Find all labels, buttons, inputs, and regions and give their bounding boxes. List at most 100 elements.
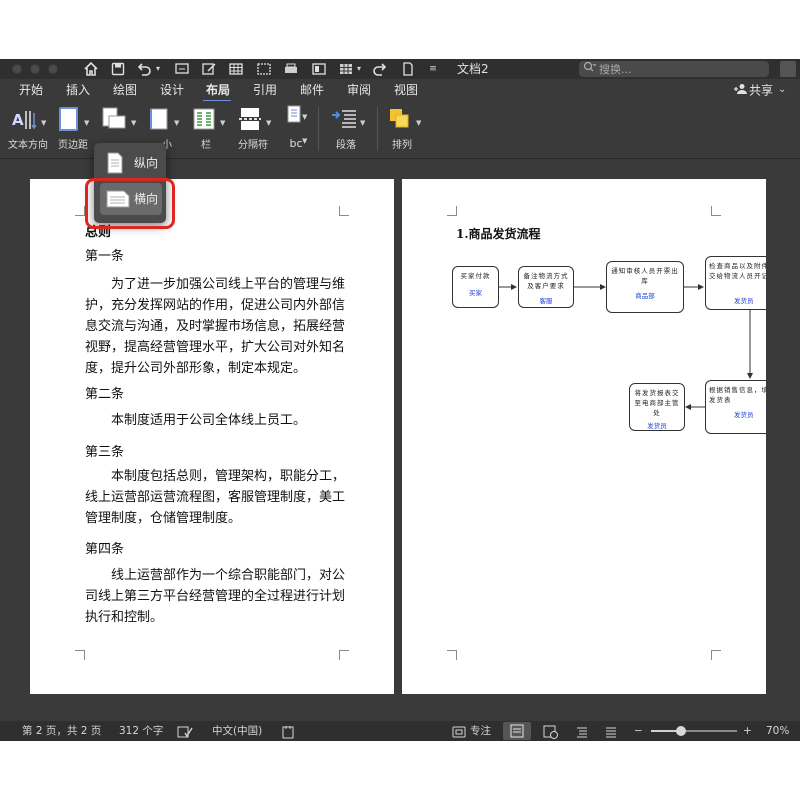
tab-insert[interactable]: 插入 [66, 82, 90, 98]
word-count[interactable]: 312 个字 [119, 724, 163, 738]
margins-icon [59, 107, 78, 131]
search-input[interactable]: 搜换... [579, 61, 769, 77]
proofing-icon[interactable] [177, 724, 193, 741]
ribbon-separator [377, 107, 378, 151]
table-grid-icon[interactable] [338, 61, 354, 77]
flow-step-text: 通知审核人员开票出库 [611, 267, 679, 285]
flow-step-department: 客服 [539, 297, 553, 305]
flow-step: 备注物流方式及客户要求 客服 [518, 266, 574, 308]
columns-dropdown-icon[interactable]: ▼ [220, 119, 225, 127]
zoom-window-button[interactable] [48, 64, 58, 74]
focus-icon[interactable] [452, 724, 466, 741]
breaks-dropdown-icon[interactable]: ▼ [266, 119, 271, 127]
document-page-1[interactable]: 总则 第一条 为了进一步加强公司线上平台的管理与维护，充分发挥网站的作用，促进公… [30, 179, 394, 694]
text-direction-dropdown-icon[interactable]: ▼ [41, 119, 46, 127]
section-title: 第三条 [85, 445, 125, 460]
draft-view-icon[interactable] [604, 724, 618, 741]
margins-label: 页边距 [58, 140, 88, 151]
share-button[interactable]: 共享 [733, 82, 773, 99]
ribbon-separator [318, 107, 319, 151]
print-icon[interactable] [283, 61, 299, 77]
undo-icon[interactable] [136, 61, 152, 77]
line-numbers-button[interactable] [284, 105, 304, 127]
user-avatar-icon[interactable] [780, 61, 796, 77]
portrait-label: 纵向 [134, 156, 159, 170]
zoom-in-button[interactable]: + [743, 724, 752, 738]
form-icon[interactable] [201, 61, 217, 77]
page-count[interactable]: 第 2 页，共 2 页 [22, 724, 101, 738]
svg-text:A: A [12, 111, 24, 129]
web-layout-icon[interactable] [543, 724, 559, 741]
print-layout-view-button[interactable] [503, 722, 531, 740]
minimize-window-button[interactable] [30, 64, 40, 74]
close-window-button[interactable] [12, 64, 22, 74]
columns-button[interactable] [192, 105, 216, 135]
outline-view-icon[interactable] [575, 724, 589, 741]
new-document-icon[interactable] [400, 61, 416, 77]
tab-mailings[interactable]: 邮件 [300, 82, 324, 98]
tab-design[interactable]: 设计 [160, 82, 184, 98]
size-dropdown-icon[interactable]: ▼ [174, 119, 179, 127]
save-icon[interactable] [110, 61, 126, 77]
screen-icon[interactable] [174, 61, 190, 77]
flow-step-department: 商品部 [635, 292, 655, 300]
grid-icon[interactable] [256, 61, 272, 77]
orientation-dropdown-icon[interactable]: ▼ [131, 119, 136, 127]
search-placeholder: 搜换... [599, 62, 632, 76]
paragraph-dropdown-icon[interactable]: ▼ [360, 119, 365, 127]
tab-view[interactable]: 视图 [394, 82, 418, 98]
arrange-dropdown-icon[interactable]: ▼ [416, 119, 421, 127]
flow-step-text: 检查商品以及附件包交给物流人员开记录 [709, 262, 766, 280]
margins-dropdown-icon[interactable]: ▼ [84, 119, 89, 127]
focus-label[interactable]: 专注 [470, 724, 491, 738]
size-button[interactable] [147, 105, 171, 135]
table-dropdown-icon[interactable]: ▾ [355, 61, 363, 77]
line-numbers-dropdown-icon[interactable]: ▼ [302, 113, 307, 121]
orientation-portrait-option[interactable]: 纵向 [100, 147, 162, 179]
language-indicator[interactable]: 中文(中国) [212, 724, 262, 738]
paragraph-indent-icon [332, 110, 356, 128]
flow-step-text: 买家付款 [460, 272, 491, 280]
zoom-out-button[interactable]: − [634, 724, 643, 738]
flow-step-department: 发货员 [734, 411, 754, 419]
arrange-icon [390, 109, 409, 128]
flow-step: 买家付款 买家 [452, 266, 499, 308]
status-bar: 第 2 页，共 2 页 312 个字 中文(中国) 专注 − + 70% [0, 721, 800, 741]
zoom-slider-thumb[interactable] [676, 726, 686, 736]
margins-button[interactable] [57, 105, 81, 135]
customize-toolbar-icon[interactable]: ≡ [428, 61, 438, 77]
layout-icon[interactable] [311, 61, 327, 77]
text-direction-button[interactable]: A [10, 105, 38, 135]
tab-review[interactable]: 审阅 [347, 82, 371, 98]
title-bar: ▾ ▾ ≡ 文档2 搜换... [0, 59, 800, 79]
breaks-button[interactable] [238, 105, 262, 135]
document-page-2[interactable]: 1.商品发货流程 买家付款 买家 备注物流方式及客户要求 客服 通知审核人员开票… [402, 179, 766, 694]
section-body: 为了进一步加强公司线上平台的管理与维护，充分发挥网站的作用，促进公司内外部信息交… [85, 277, 346, 376]
tab-layout[interactable]: 布局 [206, 82, 230, 98]
home-icon[interactable] [83, 61, 99, 77]
section-body: 本制度适用于公司全体线上员工。 [111, 413, 307, 428]
tab-references[interactable]: 引用 [253, 82, 277, 98]
section-title: 第一条 [85, 249, 125, 264]
tab-draw[interactable]: 绘图 [113, 82, 137, 98]
search-icon [583, 61, 597, 78]
page-break-icon [239, 108, 261, 130]
table-icon[interactable] [228, 61, 244, 77]
arrange-button[interactable] [387, 105, 413, 135]
flow-step-department: 买家 [469, 289, 482, 297]
redo-icon[interactable] [372, 61, 388, 77]
portrait-page-icon [106, 152, 124, 178]
share-dropdown-icon[interactable]: ⌄ [778, 82, 786, 98]
accessibility-icon[interactable] [281, 724, 295, 741]
tab-home[interactable]: 开始 [19, 82, 43, 98]
hyphenation-dropdown-icon[interactable]: ▼ [302, 137, 307, 145]
orientation-button[interactable] [100, 105, 128, 135]
flow-step: 根据销售信息，填写发货表 发货员 [705, 380, 766, 434]
zoom-level[interactable]: 70% [766, 724, 789, 738]
undo-dropdown-icon[interactable]: ▾ [154, 61, 162, 77]
page-size-icon [150, 108, 168, 130]
paragraph-button[interactable] [330, 105, 358, 135]
margin-marker [339, 650, 349, 660]
columns-label: 栏 [201, 140, 211, 151]
share-label: 共享 [749, 83, 774, 98]
